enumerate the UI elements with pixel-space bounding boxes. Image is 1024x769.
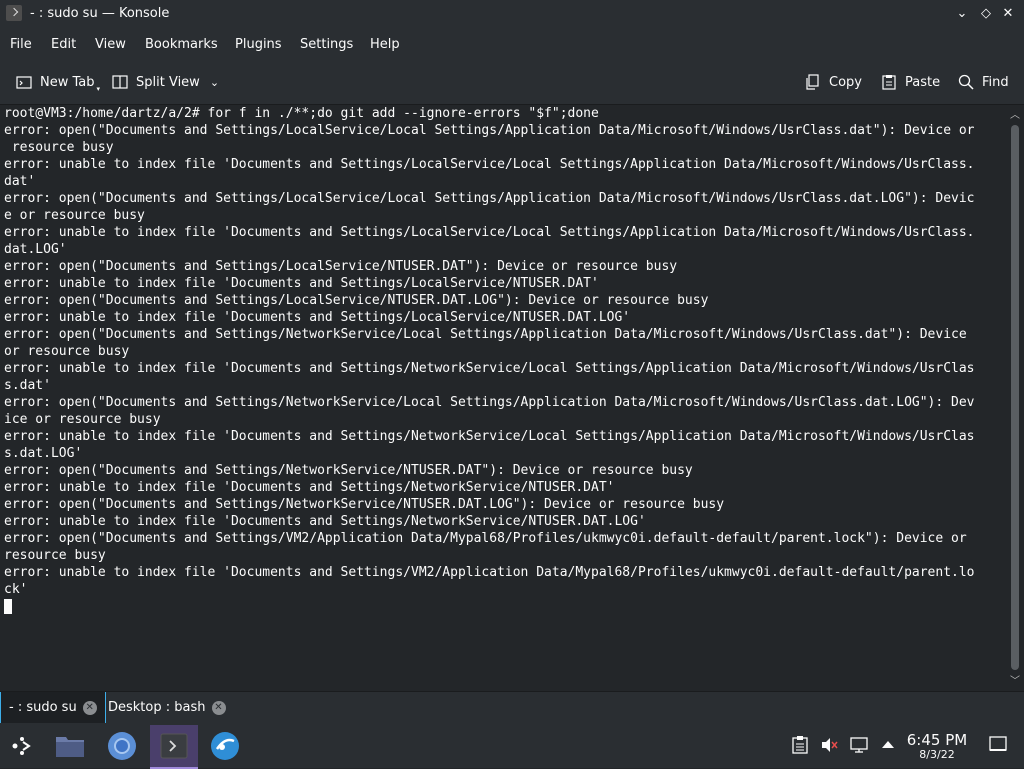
terminal-line: error: open("Documents and Settings/Netw… [4,497,725,512]
clipboard-icon[interactable] [791,736,809,754]
terminal-line: root@VM3:/home/dartz/a/2# for f in ./**;… [4,106,599,121]
menu-help[interactable]: Help [370,37,400,52]
menu-view[interactable]: View [95,37,126,52]
terminal-line: error: open("Documents and Settings/Netw… [4,327,967,342]
terminal-line: error: unable to index file 'Documents a… [4,480,615,495]
terminal-line: error: open("Documents and Settings/Loca… [4,293,709,308]
volume-muted-icon[interactable] [820,736,838,754]
clock-time[interactable]: 6:45 PM [900,731,974,749]
konsole-app-icon [6,5,22,21]
paste-button[interactable]: Paste [881,66,940,98]
close-button[interactable]: ✕ [1000,6,1016,22]
menu-file[interactable]: File [10,37,32,52]
tab-sudo-su[interactable]: - : sudo su ✕ [0,692,106,723]
menu-plugins[interactable]: Plugins [235,37,282,52]
show-desktop-icon[interactable] [989,736,1007,754]
terminal-cursor [4,599,12,614]
terminal-line: error: unable to index file 'Documents a… [4,429,975,444]
menu-bookmarks[interactable]: Bookmarks [145,37,218,52]
application-launcher-icon[interactable] [0,725,44,767]
chevron-down-icon: ⌄ [209,75,220,89]
scrollbar-thumb[interactable] [1011,125,1019,670]
terminal-line: ck' [4,582,28,597]
minimize-button[interactable]: ⌄ [954,6,970,22]
terminal-scrollbar[interactable]: ︿ ﹀ [1006,105,1024,690]
search-icon [958,74,974,90]
terminal-line: error: unable to index file 'Documents a… [4,310,631,325]
maximize-button[interactable]: ◇ [978,6,994,22]
split-view-icon [112,74,128,90]
terminal-line: resource busy [4,548,106,563]
terminal-line: error: open("Documents and Settings/Netw… [4,395,975,410]
terminal-line: error: unable to index file 'Documents a… [4,225,975,240]
terminal-line: resource busy [4,140,114,155]
terminal-line: or resource busy [4,344,130,359]
find-button[interactable]: Find [958,66,1009,98]
terminal-line: ice or resource busy [4,412,161,427]
title-bar: - : sudo su — Konsole [0,0,1024,30]
new-tab-label: New Tab [40,74,95,90]
terminal-line: e or resource busy [4,208,145,223]
tab-label: - : sudo su [9,700,77,715]
paste-icon [881,74,897,90]
terminal-line: s.dat' [4,378,51,393]
terminal-line: dat' [4,174,36,189]
copy-button[interactable]: Copy [805,66,862,98]
terminal-line: error: open("Documents and Settings/Loca… [4,123,975,138]
terminal-line: dat.LOG' [4,242,67,257]
terminal-line: error: open("Documents and Settings/Loca… [4,259,678,274]
split-view-label: Split View [136,74,200,90]
terminal-line: error: open("Documents and Settings/Loca… [4,191,975,206]
terminal-output[interactable]: root@VM3:/home/dartz/a/2# for f in ./**;… [0,105,1006,690]
terminal-line: error: unable to index file 'Documents a… [4,514,646,529]
menu-edit[interactable]: Edit [51,37,76,52]
clock-date[interactable]: 8/3/22 [900,748,974,761]
tray-expand-icon[interactable] [879,736,897,754]
paste-label: Paste [905,74,941,90]
chromium-icon[interactable] [100,725,144,767]
terminal-line: error: open("Documents and Settings/Netw… [4,463,693,478]
new-tab-dropdown-icon: ▾ [96,85,101,93]
scroll-down-icon[interactable]: ﹀ [1009,677,1021,687]
file-manager-icon[interactable] [48,725,92,767]
terminal-line: s.dat.LOG' [4,446,83,461]
close-tab-icon[interactable]: ✕ [82,700,97,715]
copy-icon [805,74,821,90]
konsole-icon[interactable] [150,725,198,769]
browser-icon[interactable] [203,725,247,767]
new-tab-icon [16,74,32,90]
find-label: Find [982,74,1009,90]
split-view-button[interactable]: Split View ⌄ [112,66,219,98]
menu-settings[interactable]: Settings [300,37,353,52]
scroll-up-icon[interactable]: ︿ [1009,111,1021,121]
window-title: - : sudo su — Konsole [30,6,170,21]
terminal-line: error: open("Documents and Settings/VM2/… [4,531,967,546]
copy-label: Copy [829,74,862,90]
new-tab-button[interactable]: New Tab ▾ [16,66,100,98]
terminal-line: error: unable to index file 'Documents a… [4,361,975,376]
terminal-line: error: unable to index file 'Documents a… [4,276,599,291]
tab-label: Desktop : bash [108,700,206,715]
terminal-line: error: unable to index file 'Documents a… [4,157,975,172]
close-tab-icon[interactable]: ✕ [211,700,226,715]
network-icon[interactable] [850,736,868,754]
tab-desktop-bash[interactable]: Desktop : bash ✕ [100,692,234,723]
terminal-line: error: unable to index file 'Documents a… [4,565,975,580]
